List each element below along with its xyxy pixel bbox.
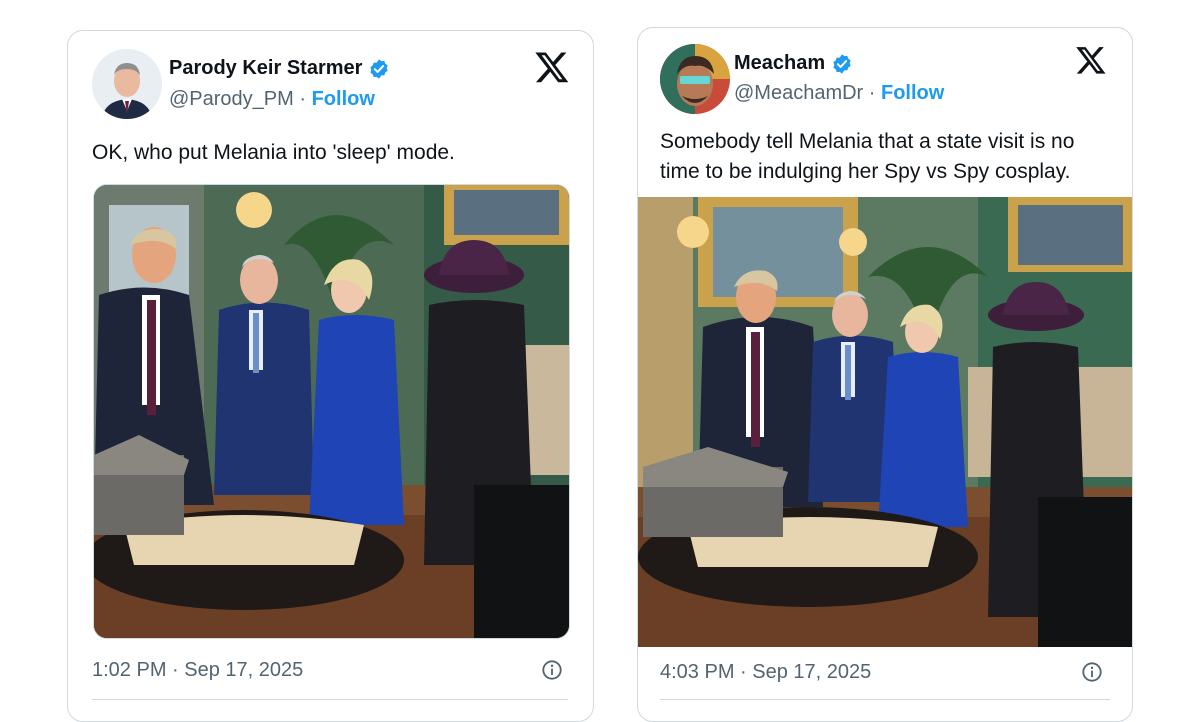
tweet-text: Somebody tell Melania that a state visit…: [660, 127, 1074, 187]
verified-badge-icon: [370, 58, 389, 79]
timestamp[interactable]: 4:03 PM · Sep 17, 2025: [660, 661, 871, 684]
display-name[interactable]: Meacham: [734, 52, 825, 75]
separator: ·: [299, 88, 312, 110]
author-name-row: Meacham: [734, 52, 853, 75]
x-logo-icon[interactable]: [1075, 44, 1107, 76]
handle[interactable]: @Parody_PM: [169, 88, 294, 110]
tweet-card[interactable]: Parody Keir Starmer @Parody_PM · Follow …: [67, 30, 594, 722]
handle-row: @Parody_PM · Follow: [169, 88, 375, 111]
follow-button[interactable]: Follow: [881, 82, 944, 104]
timestamp[interactable]: 1:02 PM · Sep 17, 2025: [92, 659, 303, 682]
avatar[interactable]: [660, 44, 730, 114]
x-logo-icon[interactable]: [534, 49, 570, 85]
tweet-photo[interactable]: [638, 197, 1132, 647]
display-name[interactable]: Parody Keir Starmer: [169, 57, 362, 80]
author-name-row: Parody Keir Starmer: [169, 57, 390, 80]
tweet-card[interactable]: Meacham @MeachamDr · Follow Somebody tel…: [637, 27, 1133, 722]
tweet-photo[interactable]: [93, 184, 570, 639]
tweet-text: OK, who put Melania into 'sleep' mode.: [92, 141, 455, 164]
handle-row: @MeachamDr · Follow: [734, 82, 944, 105]
info-icon[interactable]: [541, 659, 563, 681]
tweet-text-line: time to be indulging her Spy vs Spy cosp…: [660, 160, 1071, 183]
verified-badge-icon: [833, 53, 851, 74]
follow-button[interactable]: Follow: [312, 88, 375, 110]
separator: ·: [868, 82, 881, 104]
tweet-text-line: Somebody tell Melania that a state visit…: [660, 130, 1075, 153]
handle[interactable]: @MeachamDr: [734, 82, 863, 104]
avatar[interactable]: [92, 49, 162, 119]
info-icon[interactable]: [1081, 661, 1103, 683]
